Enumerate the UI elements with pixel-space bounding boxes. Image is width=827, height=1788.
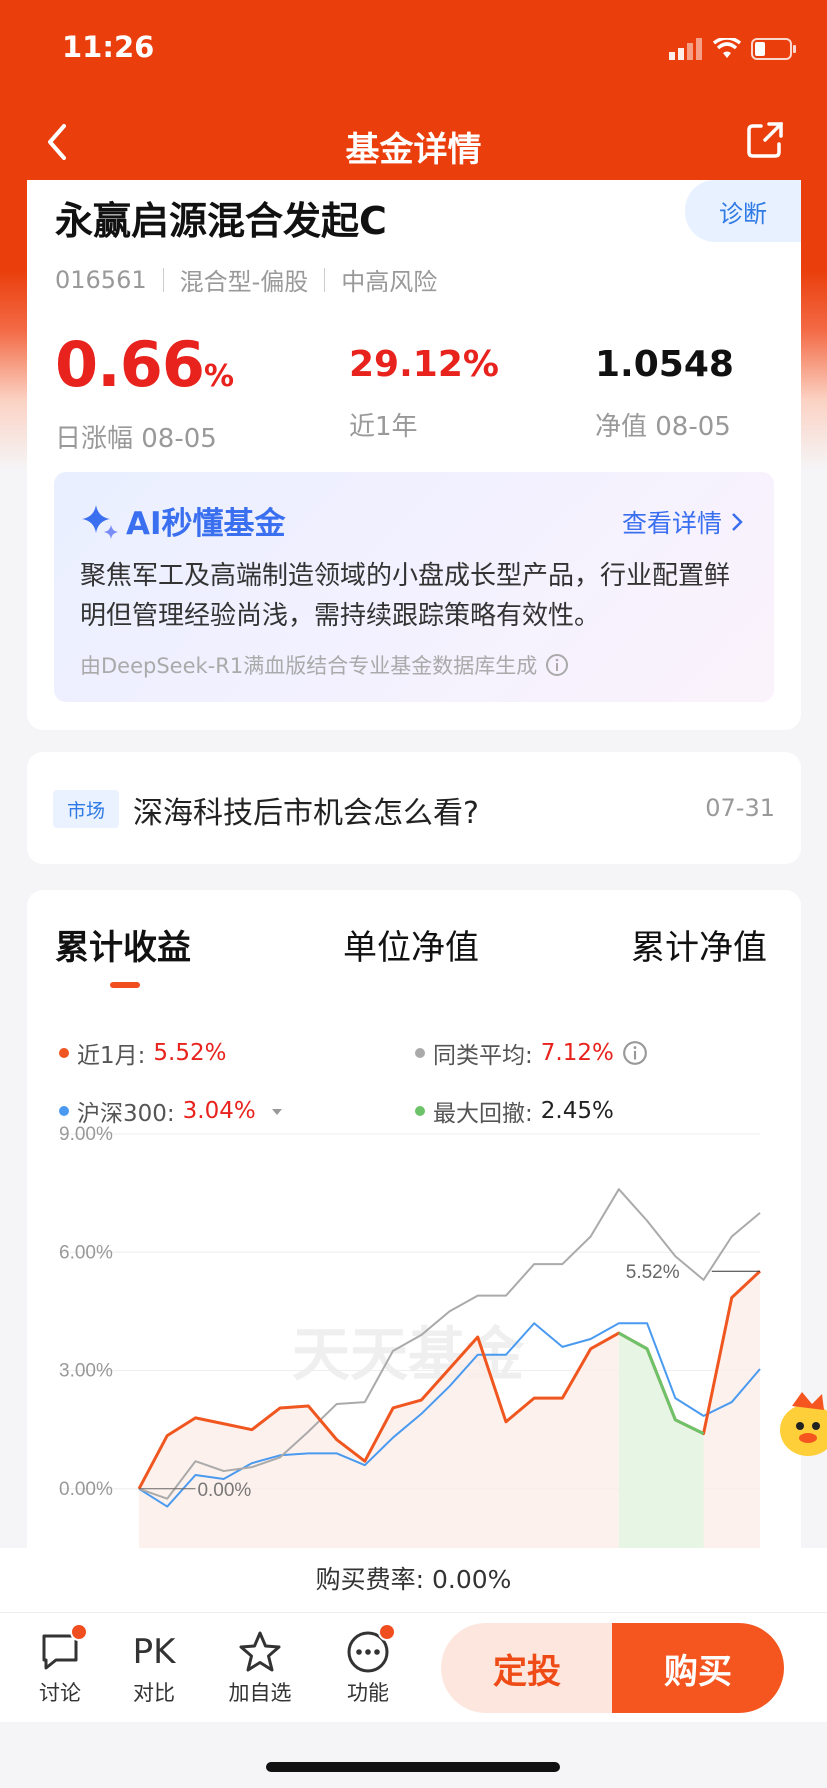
legend-fund: 近1月: 5.52% bbox=[59, 1036, 226, 1070]
notification-badge bbox=[70, 1623, 88, 1641]
y-tick-label: 9.00% bbox=[59, 1124, 113, 1145]
performance-card: 累计收益 单位净值 累计净值 近1月: 5.52% 同类平均: 7.12% 沪深30… bbox=[27, 890, 801, 1590]
performance-chart[interactable]: 9.00%6.00%3.00%0.00%天天基金0.00%5.52% bbox=[27, 1090, 801, 1590]
wifi-icon bbox=[713, 38, 741, 58]
daily-change-value: 0.66% bbox=[55, 328, 234, 412]
y-tick-label: 3.00% bbox=[59, 1361, 113, 1382]
nav-stat: 1.0548 净值 08-05 bbox=[595, 330, 734, 443]
nav-bar: 基金详情 bbox=[0, 100, 827, 184]
more-functions-label: 功能 bbox=[347, 1681, 389, 1705]
bottom-action-bar: 讨论 PK 对比 加自选 功能 定投 购买 bbox=[0, 1612, 827, 1722]
daily-change-stat: 0.66% 日涨幅 08-05 bbox=[55, 328, 234, 455]
ai-title: AI秒懂基金 bbox=[80, 498, 286, 543]
ai-summary-text: 聚焦军工及高端制造领域的小盘成长型产品，行业配置鲜明但管理经验尚浅，需持续跟踪策… bbox=[80, 561, 731, 631]
status-icons bbox=[669, 36, 797, 62]
discuss-button[interactable]: 讨论 bbox=[20, 1623, 100, 1707]
notification-badge bbox=[378, 1623, 396, 1641]
mascot-icon[interactable] bbox=[772, 1384, 827, 1464]
signal-icon bbox=[669, 38, 702, 60]
ai-title-text: AI秒懂基金 bbox=[126, 506, 286, 542]
share-icon[interactable] bbox=[743, 118, 787, 162]
ai-summary-box[interactable]: AI秒懂基金 查看详情 聚焦军工及高端制造领域的小盘成长型产品，行业配置鲜明但管… bbox=[54, 472, 774, 702]
diagnose-button[interactable]: 诊断 bbox=[685, 180, 801, 242]
discuss-label: 讨论 bbox=[39, 1681, 81, 1705]
nav-label: 净值 08-05 bbox=[595, 412, 731, 442]
info-icon[interactable] bbox=[622, 1040, 648, 1066]
tab-unit-nav[interactable]: 单位净值 bbox=[343, 920, 479, 969]
legend-fund-label: 近1月: bbox=[77, 1043, 146, 1069]
ai-detail-link-text: 查看详情 bbox=[621, 509, 722, 538]
chevron-right-icon bbox=[732, 513, 743, 531]
daily-change-label: 日涨幅 08-05 bbox=[55, 424, 217, 454]
chart-plot-area bbox=[137, 1188, 762, 1556]
legend-peer: 同类平均: 7.12% bbox=[415, 1036, 648, 1070]
divider bbox=[162, 267, 164, 292]
sparkle-icon bbox=[82, 504, 118, 539]
y-tick-label: 0.00% bbox=[59, 1479, 113, 1500]
daily-change-number: 0.66 bbox=[55, 328, 205, 401]
compare-button[interactable]: PK 对比 bbox=[114, 1627, 194, 1707]
legend-fund-value: 5.52% bbox=[153, 1040, 227, 1066]
home-indicator bbox=[266, 1762, 560, 1772]
news-date: 07-31 bbox=[705, 794, 775, 822]
info-icon[interactable] bbox=[545, 653, 569, 677]
end-annotation: 5.52% bbox=[626, 1262, 680, 1283]
daily-change-unit: % bbox=[203, 359, 234, 394]
legend-peer-value: 7.12% bbox=[540, 1040, 614, 1066]
ai-source-text: 由DeepSeek-R1满血版结合专业基金数据库生成 bbox=[80, 654, 538, 678]
fund-name: 永赢启源混合发起C bbox=[55, 199, 387, 243]
fund-code: 016561 bbox=[55, 265, 147, 294]
chart-tabs: 累计收益 单位净值 累计净值 bbox=[27, 920, 801, 980]
legend-peer-label: 同类平均: bbox=[433, 1043, 533, 1069]
compare-label: 对比 bbox=[133, 1681, 175, 1705]
legend-dot bbox=[415, 1048, 425, 1058]
news-title: 深海科技后市机会怎么看? bbox=[133, 796, 479, 831]
fund-summary-card: 永赢启源混合发起C 诊断 016561 混合型-偏股 中高风险 0.66% 日涨… bbox=[27, 180, 801, 730]
add-watchlist-button[interactable]: 加自选 bbox=[220, 1627, 300, 1707]
news-card[interactable]: 市场 深海科技后市机会怎么看? 07-31 bbox=[27, 752, 801, 864]
ai-source: 由DeepSeek-R1满血版结合专业基金数据库生成 bbox=[80, 650, 569, 680]
add-watchlist-label: 加自选 bbox=[228, 1681, 292, 1705]
y-tick-label: 6.00% bbox=[59, 1242, 113, 1263]
buy-button[interactable]: 购买 bbox=[612, 1623, 784, 1713]
one-year-label: 近1年 bbox=[349, 412, 418, 442]
battery-icon bbox=[751, 38, 796, 60]
fund-risk: 中高风险 bbox=[341, 268, 438, 296]
one-year-value: 29.12% bbox=[349, 344, 499, 385]
purchase-fee: 购买费率: 0.00% bbox=[0, 1548, 827, 1612]
status-bar: 11:26 bbox=[0, 0, 827, 100]
ai-detail-link[interactable]: 查看详情 bbox=[622, 504, 744, 540]
legend-dot bbox=[59, 1048, 69, 1058]
fund-type: 混合型-偏股 bbox=[179, 268, 309, 296]
auto-invest-button[interactable]: 定投 bbox=[441, 1623, 613, 1713]
more-functions-button[interactable]: 功能 bbox=[328, 1623, 408, 1707]
star-icon bbox=[239, 1631, 281, 1672]
nav-value: 1.0548 bbox=[595, 344, 734, 385]
tab-indicator bbox=[110, 982, 140, 988]
tab-cumulative-return[interactable]: 累计收益 bbox=[55, 920, 191, 969]
start-annotation: 0.00% bbox=[197, 1480, 251, 1501]
news-tag: 市场 bbox=[53, 790, 119, 828]
fund-meta: 016561 混合型-偏股 中高风险 bbox=[55, 262, 437, 297]
page-title: 基金详情 bbox=[345, 130, 482, 170]
tab-cumulative-nav[interactable]: 累计净值 bbox=[631, 920, 767, 969]
divider bbox=[324, 267, 326, 292]
pk-icon: PK bbox=[132, 1632, 176, 1672]
one-year-stat: 29.12% 近1年 bbox=[349, 330, 499, 443]
status-time: 11:26 bbox=[62, 30, 155, 64]
